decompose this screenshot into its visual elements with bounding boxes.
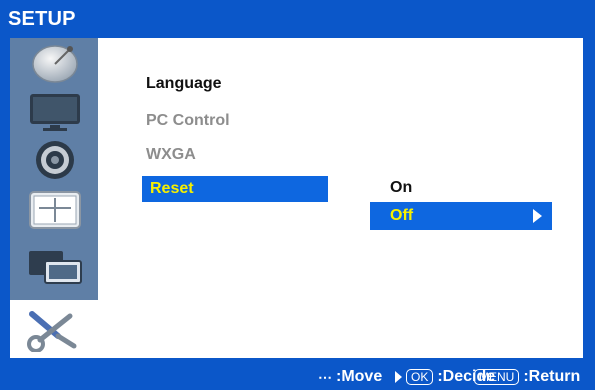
- footer-return: MENU :Return: [474, 368, 580, 386]
- display-icon[interactable]: [25, 90, 85, 134]
- footer-return-label: :Return: [523, 368, 581, 385]
- monitor-stack-icon[interactable]: [25, 243, 85, 287]
- satellite-dish-icon[interactable]: [25, 42, 85, 86]
- footer-help: ⋯ :Move OK :Decide MENU :Return: [0, 362, 595, 390]
- arrow-right-small-icon: [395, 371, 402, 383]
- footer-move: ⋯ :Move: [318, 368, 382, 386]
- menu-item-pc-control[interactable]: PC Control: [146, 109, 230, 133]
- settings-panel: Language PC Control WXGA Reset On Off: [98, 38, 583, 358]
- footer-move-label: :Move: [336, 368, 383, 385]
- menu-key-badge: MENU: [474, 369, 520, 385]
- reset-option-off-label: Off: [390, 207, 414, 224]
- speaker-icon[interactable]: [25, 138, 85, 182]
- reset-option-on[interactable]: On: [390, 175, 450, 201]
- reset-option-off[interactable]: Off: [370, 202, 552, 230]
- ok-key-badge: OK: [406, 369, 434, 385]
- timer-panel-icon[interactable]: [25, 188, 85, 232]
- osd-frame: SETUP Language PC Control WXGA Reset On …: [0, 0, 595, 390]
- menu-item-language[interactable]: Language: [146, 72, 222, 96]
- menu-item-wxga[interactable]: WXGA: [146, 143, 196, 167]
- arrow-right-icon: [533, 209, 542, 223]
- sidebar-selected-tile[interactable]: [10, 300, 98, 358]
- move-arrows-icon: ⋯: [318, 369, 332, 385]
- tools-icon: [22, 306, 86, 353]
- menu-item-reset[interactable]: Reset: [142, 176, 328, 202]
- sidebar: [10, 38, 98, 300]
- page-title: SETUP: [8, 8, 76, 30]
